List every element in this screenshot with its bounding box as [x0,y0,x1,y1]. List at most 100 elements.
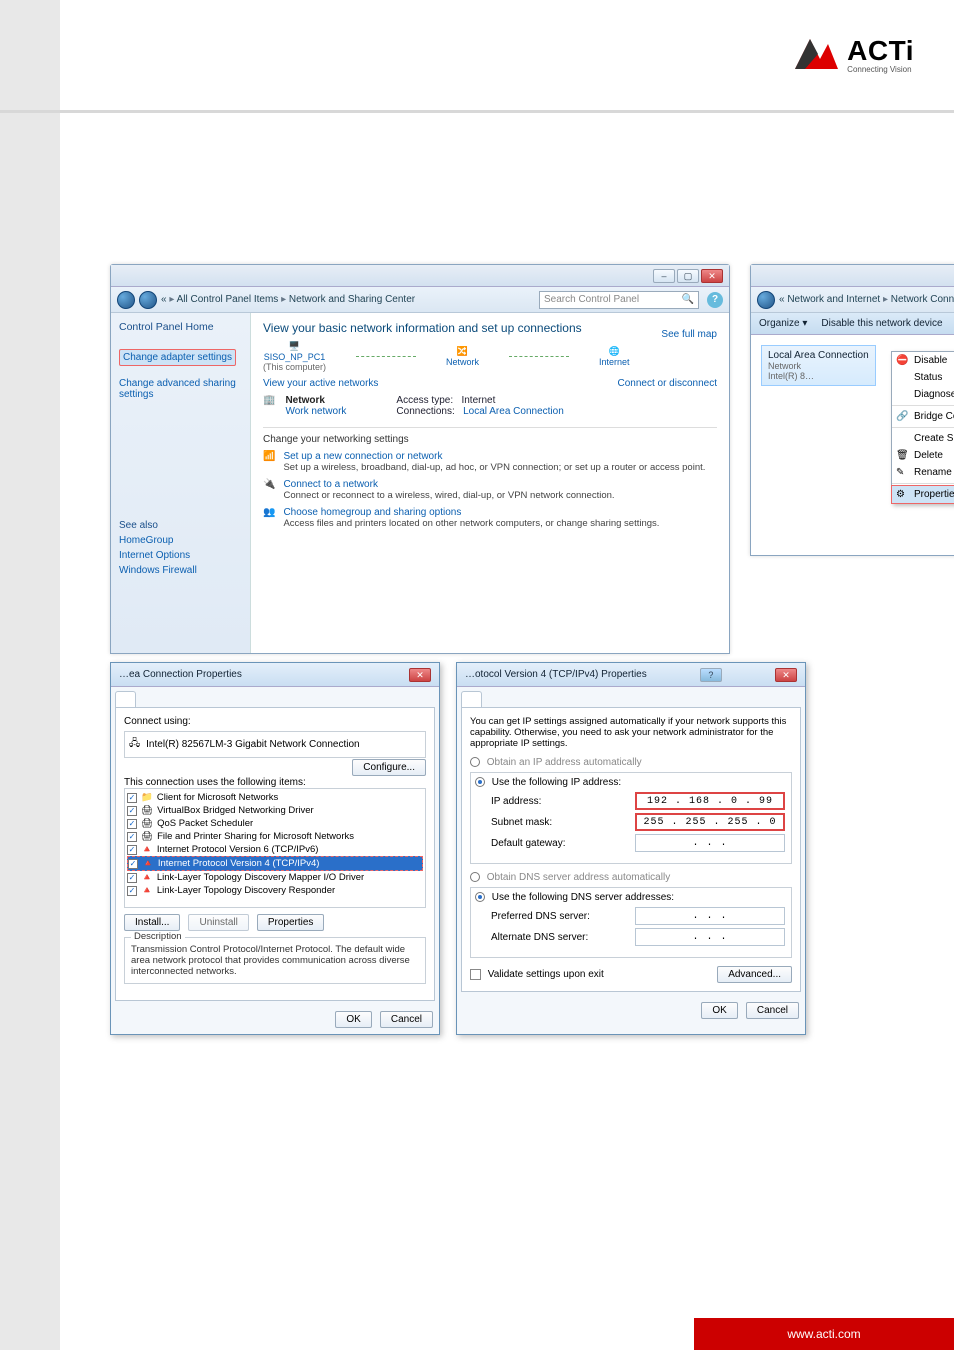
menu-diagnose[interactable]: Diagnose [892,386,954,403]
network-type[interactable]: Work network [285,406,346,417]
connect-disconnect[interactable]: Connect or disconnect [617,378,717,389]
logo-tagline: Connecting Vision [847,65,914,74]
connect-to-network[interactable]: Connect to a network [283,479,614,490]
menu-bridge[interactable]: 🔗Bridge Connections [892,408,954,425]
window-title [117,270,120,281]
ipv4-intro: You can get IP settings assigned automat… [470,716,792,749]
advanced-button[interactable]: Advanced... [717,966,792,983]
menu-delete[interactable]: 🗑Delete [892,447,954,464]
obtain-ip-auto-radio[interactable] [470,757,480,767]
disable-icon: ⛔ [896,355,908,367]
choose-homegroup[interactable]: Choose homegroup and sharing options [283,507,659,518]
map-this-pc: 🖥️ SISO_NP_PC1 (This computer) [263,341,326,372]
organize-menu[interactable]: Organize ▾ [759,318,807,329]
menu-status[interactable]: Status [892,369,954,386]
alternate-dns-field[interactable]: . . . [635,928,785,946]
disable-device[interactable]: Disable this network device [821,318,942,329]
search-icon: 🔍 [682,294,694,305]
change-advanced-sharing[interactable]: Change advanced sharing settings [119,378,242,400]
homegroup-link[interactable]: HomeGroup [119,535,242,546]
local-area-connection-link[interactable]: Local Area Connection [463,406,564,417]
brand-logo: ACTi Connecting Vision [789,34,914,74]
search-input[interactable]: Search Control Panel 🔍 [539,291,699,309]
back-button[interactable] [757,291,775,309]
page-title: View your basic network information and … [263,321,717,335]
uninstall-button[interactable]: Uninstall [188,914,248,931]
network-type-icon: 🏢 [263,395,275,417]
back-button[interactable] [117,291,135,309]
gateway-field[interactable]: . . . [635,834,785,852]
maximize-button[interactable]: ▢ [677,269,699,283]
ipv4-properties-dialog: …otocol Version 4 (TCP/IPv4) Properties … [456,662,806,1035]
local-area-connection-item[interactable]: Local Area Connection Network Intel(R) 8… [761,345,876,386]
globe-icon: 🌐 [599,346,630,357]
map-internet: 🌐 Internet [599,346,630,367]
ok-button[interactable]: OK [701,1002,737,1019]
sharing-icon: 🖨 [141,831,153,842]
breadcrumb[interactable]: « Network and Internet Network Conne [779,294,954,305]
minimize-button[interactable]: – [653,269,675,283]
driver-icon: 🖨 [141,805,153,816]
close-button[interactable]: ✕ [701,269,723,283]
preferred-dns-field[interactable]: . . . [635,907,785,925]
control-panel-home[interactable]: Control Panel Home [119,321,242,333]
connection-properties-dialog: …ea Connection Properties ✕ Connect usin… [110,662,440,1035]
tab-general[interactable] [461,691,482,707]
menu-rename[interactable]: ✎Rename [892,464,954,481]
connection-items-list[interactable]: ✓📁Client for Microsoft Networks ✓🖨Virtua… [124,788,426,908]
help-button[interactable]: ? [700,668,722,682]
use-following-ip-radio[interactable] [475,777,485,787]
menu-shortcut[interactable]: Create Shortcut [892,430,954,447]
configure-button[interactable]: Configure... [352,759,426,776]
cancel-button[interactable]: Cancel [380,1011,433,1028]
homegroup-icon: 👥 [263,507,275,529]
network-connections-window: « Network and Internet Network Conne Org… [750,264,954,556]
change-networking-settings: Change your networking settings [263,427,717,445]
cancel-button[interactable]: Cancel [746,1002,799,1019]
menu-disable[interactable]: ⛔Disable [892,352,954,369]
menu-properties[interactable]: ⚙Properties [891,485,954,504]
see-full-map[interactable]: See full map [661,329,717,340]
footer-url: www.acti.com [694,1318,954,1350]
ip-address-field[interactable]: 192 . 168 . 0 . 99 [635,792,785,810]
scheduler-icon: 🖨 [141,818,153,829]
ok-button[interactable]: OK [335,1011,371,1028]
context-menu: ⛔Disable Status Diagnose 🔗Bridge Connect… [891,351,954,504]
obtain-dns-auto-radio [470,872,480,882]
ipv4-item[interactable]: ✓🔺Internet Protocol Version 4 (TCP/IPv4) [127,856,423,871]
properties-button[interactable]: Properties [257,914,325,931]
properties-icon: ⚙ [896,489,908,501]
subnet-mask-field[interactable]: 255 . 255 . 255 . 0 [635,813,785,831]
view-active-networks[interactable]: View your active networks [263,378,378,389]
bridge-icon: 🔗 [896,411,908,423]
window-titlebar[interactable]: – ▢ ✕ [111,265,729,287]
rename-icon: ✎ [896,467,908,479]
close-button[interactable]: ✕ [409,668,431,682]
dialog-title: …ea Connection Properties [119,669,242,680]
tab-networking[interactable] [115,691,136,707]
new-connection-icon: 📶 [263,451,275,473]
connect-network-icon: 🔌 [263,479,275,501]
ipv4-icon: 🔺 [142,858,154,869]
validate-checkbox[interactable] [470,969,481,980]
setup-new-connection[interactable]: Set up a new connection or network [283,451,705,462]
help-icon[interactable]: ? [707,292,723,308]
logo-icon [789,34,841,74]
install-button[interactable]: Install... [124,914,180,931]
use-following-dns-radio[interactable] [475,892,485,902]
network-name: Network [285,395,346,406]
internet-options-link[interactable]: Internet Options [119,550,242,561]
connect-using-label: Connect using: [124,716,426,727]
adapter-icon: 🖧 [129,736,140,753]
change-adapter-settings[interactable]: Change adapter settings [119,349,236,366]
close-button[interactable]: ✕ [775,668,797,682]
logo-text: ACTi [847,35,914,67]
description-label: Description [131,931,185,942]
network-sharing-window: – ▢ ✕ « All Control Panel Items Network … [110,264,730,654]
dialog-title: …otocol Version 4 (TCP/IPv4) Properties [465,669,647,680]
breadcrumb[interactable]: « All Control Panel Items Network and Sh… [161,294,415,305]
windows-firewall-link[interactable]: Windows Firewall [119,565,242,576]
map-network: 🔀 Network [446,346,479,367]
forward-button[interactable] [139,291,157,309]
description-text: Transmission Control Protocol/Internet P… [131,944,419,977]
